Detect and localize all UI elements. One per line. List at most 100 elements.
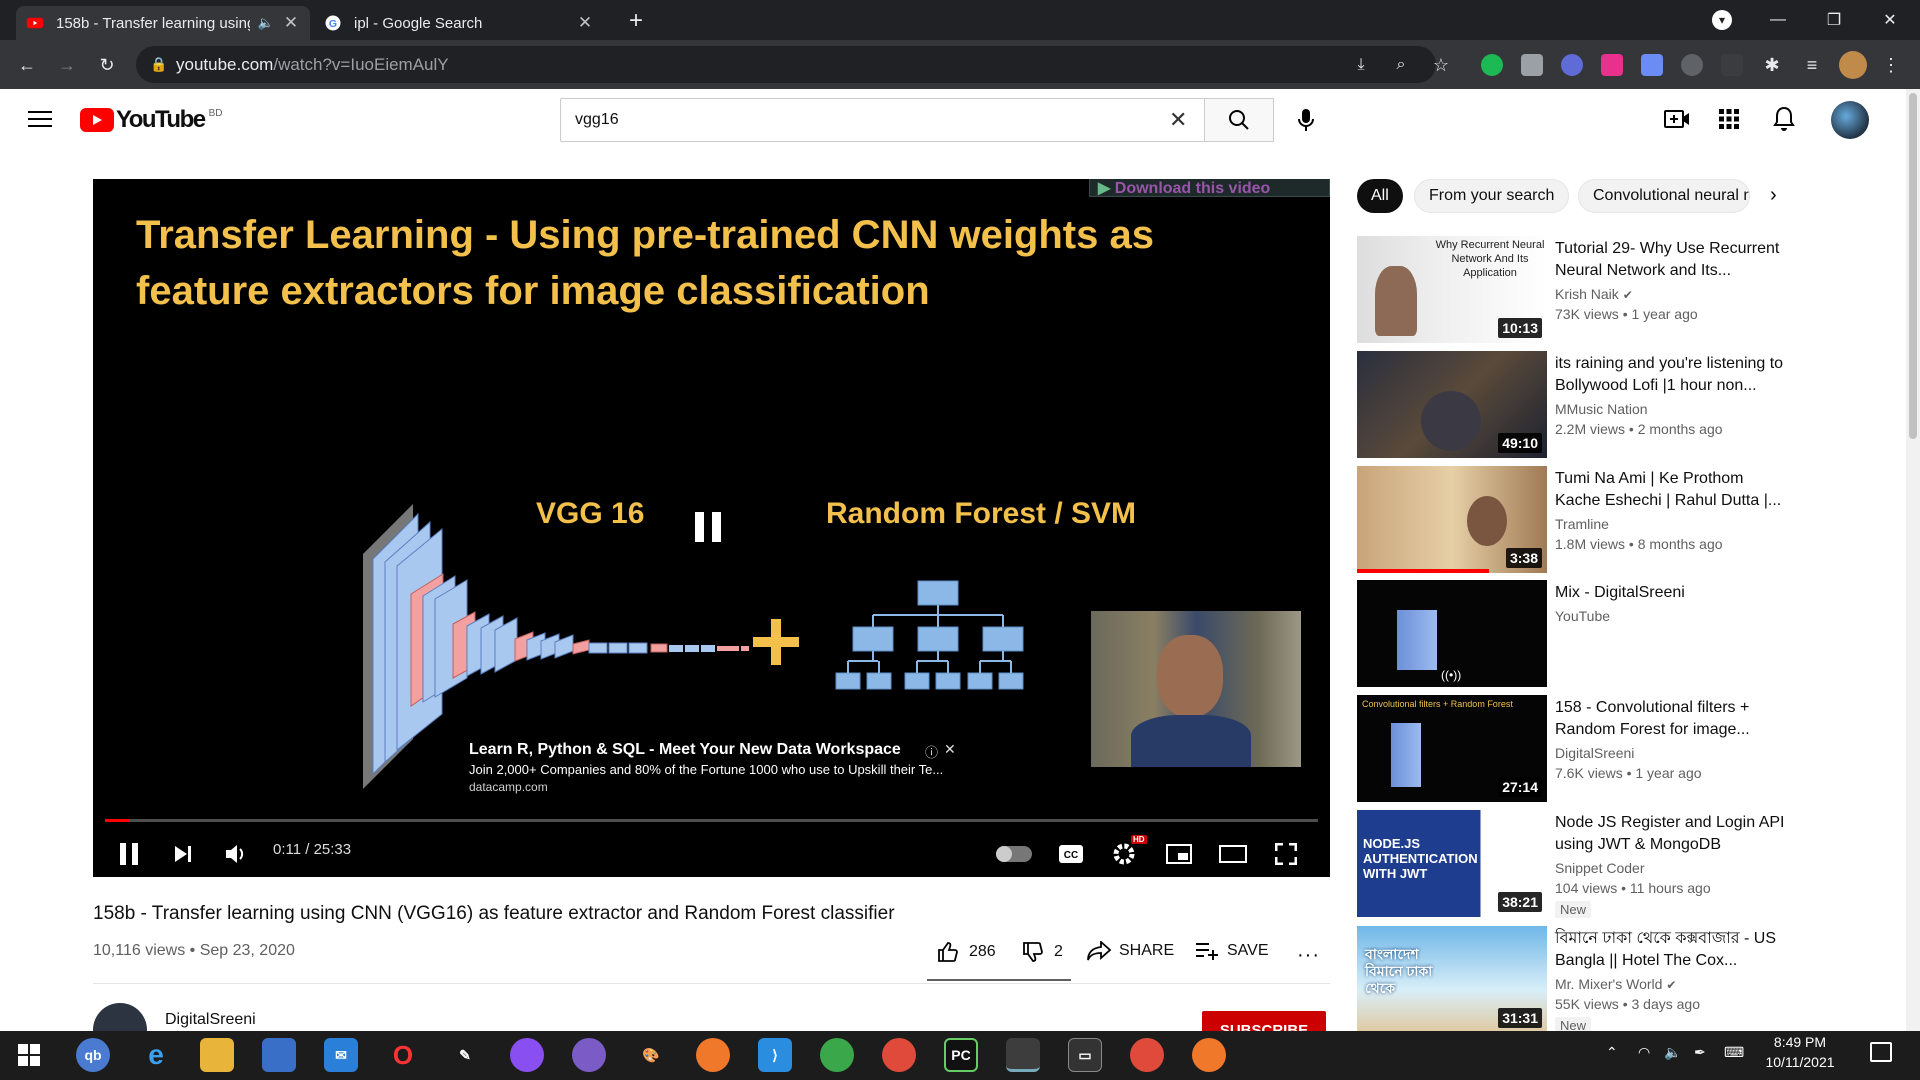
- url-text[interactable]: youtube.com/watch?v=IuoEiemAulY: [176, 55, 449, 75]
- miniplayer-button[interactable]: [1163, 839, 1195, 869]
- extension-icon[interactable]: [1681, 54, 1703, 76]
- video-thumbnail[interactable]: Convolutional filters + Random Forest 27…: [1357, 695, 1547, 802]
- reco-title[interactable]: Node JS Register and Login API using JWT…: [1555, 812, 1790, 856]
- close-tab-icon[interactable]: ✕: [282, 13, 300, 33]
- volume-tray-icon[interactable]: 🔈: [1664, 1044, 1681, 1061]
- chrome-menu-icon[interactable]: ⋮: [1876, 50, 1906, 80]
- profile-avatar[interactable]: [1839, 51, 1867, 79]
- reco-item[interactable]: বাংলাদেশ বিমানে ঢাকা থেকে 31:31 বিমানে ঢ…: [1357, 926, 1897, 1034]
- chip-convolutional-neural[interactable]: Convolutional neural n: [1578, 179, 1750, 213]
- video-thumbnail[interactable]: 3:38: [1357, 466, 1547, 573]
- qbittorrent-icon[interactable]: qb: [76, 1038, 110, 1072]
- download-video-banner[interactable]: ▶ Download this video: [1089, 179, 1330, 197]
- inkscape-icon[interactable]: ✎: [448, 1038, 482, 1072]
- chips-next-icon[interactable]: ›: [1770, 184, 1777, 207]
- center-pause-icon[interactable]: [695, 512, 723, 542]
- reco-channel[interactable]: Krish Naik ✔: [1555, 286, 1633, 302]
- lock-icon[interactable]: 🔒: [150, 56, 167, 73]
- speaker-icon[interactable]: 🔈: [258, 15, 274, 31]
- forward-icon[interactable]: →: [52, 50, 82, 80]
- notification-center-icon[interactable]: [1870, 1042, 1892, 1062]
- reco-title[interactable]: Tumi Na Ami | Ke Prothom Kache Eshechi |…: [1555, 468, 1790, 512]
- overlay-ad[interactable]: Learn R, Python & SQL - Meet Your New Da…: [469, 741, 989, 794]
- windows-start-icon[interactable]: [12, 1038, 46, 1072]
- notifications-bell-icon[interactable]: [1773, 106, 1795, 132]
- reco-item[interactable]: Convolutional filters + Random Forest 27…: [1357, 695, 1897, 803]
- reco-channel[interactable]: MMusic Nation: [1555, 401, 1648, 417]
- show-hidden-icons-icon[interactable]: ⌃: [1606, 1044, 1618, 1061]
- reco-item[interactable]: ((•)) Mix - DigitalSreeni YouTube: [1357, 580, 1897, 688]
- reload-icon[interactable]: ↻: [92, 50, 122, 80]
- reco-channel[interactable]: DigitalSreeni: [1555, 745, 1634, 761]
- reco-item[interactable]: Why Recurrent Neural Network And Its App…: [1357, 236, 1897, 344]
- zoom-icon[interactable]: ⌕: [1386, 50, 1416, 80]
- theater-mode-button[interactable]: [1217, 839, 1249, 869]
- close-tab-icon[interactable]: ✕: [576, 13, 594, 33]
- download-extension-icon[interactable]: [1641, 54, 1663, 76]
- globe-app-icon[interactable]: [820, 1038, 854, 1072]
- chrome-profile-icon[interactable]: [1130, 1038, 1164, 1072]
- channel-name[interactable]: DigitalSreeni: [165, 1011, 256, 1029]
- keyboard-tray-icon[interactable]: ⌨: [1724, 1044, 1744, 1061]
- tab-google-search[interactable]: G ipl - Google Search ✕: [314, 6, 604, 40]
- search-input[interactable]: vgg16: [575, 111, 619, 129]
- firefox-icon[interactable]: [696, 1038, 730, 1072]
- new-tab-icon[interactable]: +: [622, 8, 650, 36]
- network-icon[interactable]: ◠: [1638, 1044, 1650, 1061]
- extension-icon[interactable]: [1561, 54, 1583, 76]
- reco-item[interactable]: NODE.JS AUTHENTICATION WITH JWT 38:21 No…: [1357, 810, 1897, 918]
- subtitles-button[interactable]: CC: [1056, 839, 1086, 869]
- search-button[interactable]: [1204, 98, 1274, 142]
- volume-button[interactable]: [221, 836, 253, 872]
- reco-item[interactable]: 49:10 its raining and you're listening t…: [1357, 351, 1897, 459]
- minimize-icon[interactable]: —: [1750, 0, 1806, 40]
- close-window-icon[interactable]: ✕: [1862, 0, 1918, 40]
- create-video-icon[interactable]: [1664, 108, 1690, 130]
- reco-item[interactable]: 3:38 Tumi Na Ami | Ke Prothom Kache Eshe…: [1357, 466, 1897, 574]
- reco-channel[interactable]: Snippet Coder: [1555, 860, 1645, 876]
- store-icon[interactable]: [262, 1038, 296, 1072]
- hamburger-menu-icon[interactable]: [28, 108, 52, 128]
- reco-title[interactable]: Mix - DigitalSreeni: [1555, 582, 1790, 604]
- pen-tray-icon[interactable]: ✒: [1694, 1044, 1706, 1061]
- video-thumbnail[interactable]: NODE.JS AUTHENTICATION WITH JWT 38:21: [1357, 810, 1547, 917]
- chrome-icon[interactable]: [882, 1038, 916, 1072]
- scrollbar-thumb[interactable]: [1909, 93, 1917, 439]
- progress-bar[interactable]: [105, 819, 1318, 822]
- chrome-active-icon[interactable]: [1006, 1038, 1040, 1072]
- video-thumbnail[interactable]: বাংলাদেশ বিমানে ঢাকা থেকে 31:31: [1357, 926, 1547, 1033]
- tab-youtube[interactable]: 158b - Transfer learning using CNN (VGG1…: [16, 6, 310, 40]
- github-desktop-icon[interactable]: [572, 1038, 606, 1072]
- paint-icon[interactable]: 🎨: [634, 1038, 668, 1072]
- voice-search-button[interactable]: [1286, 100, 1326, 140]
- user-avatar[interactable]: [1831, 101, 1869, 139]
- save-button[interactable]: SAVE: [1195, 941, 1269, 961]
- messenger-icon[interactable]: [510, 1038, 544, 1072]
- ad-title[interactable]: Learn R, Python & SQL - Meet Your New Da…: [469, 741, 989, 759]
- terminal-icon[interactable]: ▭: [1068, 1038, 1102, 1072]
- reco-title[interactable]: 158 - Convolutional filters + Random For…: [1555, 697, 1790, 741]
- reco-channel[interactable]: Mr. Mixer's World ✔: [1555, 976, 1676, 992]
- more-actions-icon[interactable]: ···: [1297, 944, 1320, 967]
- video-thumbnail[interactable]: ((•)): [1357, 580, 1547, 687]
- youtube-logo[interactable]: YouTube BD: [80, 106, 223, 134]
- search-box[interactable]: vgg16 ✕: [560, 98, 1205, 142]
- fullscreen-button[interactable]: [1270, 839, 1302, 869]
- reco-title[interactable]: its raining and you're listening to Boll…: [1555, 353, 1790, 397]
- edge-icon[interactable]: e: [139, 1038, 173, 1072]
- pycharm-icon[interactable]: PC: [944, 1038, 978, 1072]
- dislike-button[interactable]: 2: [1022, 941, 1063, 963]
- ad-domain[interactable]: datacamp.com: [469, 780, 989, 794]
- like-button[interactable]: 286: [937, 941, 996, 963]
- clear-search-icon[interactable]: ✕: [1169, 107, 1187, 133]
- reco-channel[interactable]: Tramline: [1555, 516, 1609, 532]
- video-player[interactable]: ▶ Download this video Transfer Learning …: [93, 179, 1330, 877]
- pen-extension-icon[interactable]: [1721, 54, 1743, 76]
- reco-channel[interactable]: YouTube: [1555, 608, 1610, 624]
- ad-close-icon[interactable]: ✕: [944, 741, 956, 758]
- bookmark-star-icon[interactable]: ☆: [1426, 50, 1456, 80]
- reco-title[interactable]: বিমানে ঢাকা থেকে কক্সবাজার - US Bangla |…: [1555, 928, 1790, 972]
- tab-search-icon[interactable]: ▾: [1712, 10, 1732, 30]
- reco-title[interactable]: Tutorial 29- Why Use Recurrent Neural Ne…: [1555, 238, 1790, 282]
- chip-from-your-search[interactable]: From your search: [1414, 179, 1570, 213]
